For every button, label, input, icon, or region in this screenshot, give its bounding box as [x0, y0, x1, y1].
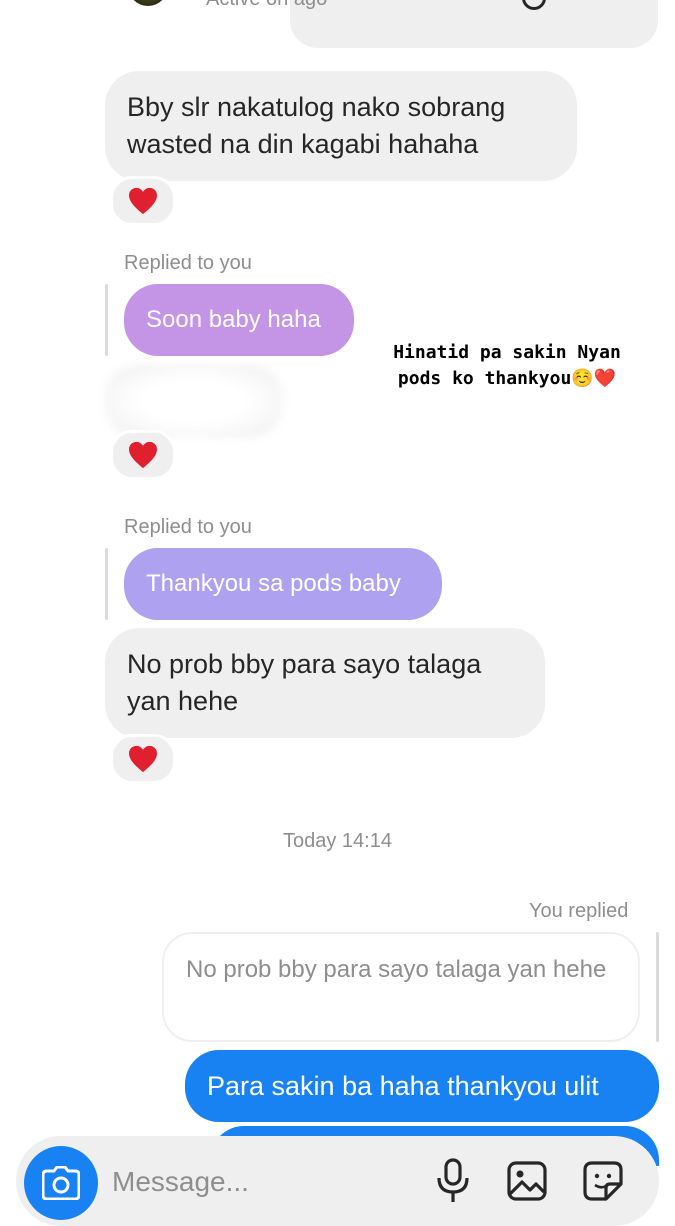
message-text: Para sakin ba haha thankyou ulit — [207, 1071, 599, 1101]
sticker-button[interactable] — [582, 1158, 624, 1204]
message-input[interactable]: Message... — [112, 1166, 249, 1198]
outgoing-message[interactable]: Para sakin ba haha thankyou ulit — [185, 1050, 659, 1122]
replied-message-text: Thankyou sa pods baby — [146, 570, 401, 597]
reply-indicator — [105, 548, 108, 620]
overlay-caption: Hinatid pa sakin Nyan pods ko thankyou☺️… — [366, 340, 648, 392]
reaction-heart[interactable] — [110, 734, 176, 784]
quoted-message-text: No prob bby para sayo talaga yan hehe — [186, 956, 607, 983]
camera-button[interactable] — [24, 1146, 98, 1220]
you-replied-label: You replied — [529, 900, 629, 922]
avatar[interactable] — [128, 0, 168, 6]
microphone-icon — [437, 1158, 469, 1202]
replied-message[interactable]: Thankyou sa pods baby — [124, 548, 442, 620]
heart-icon — [129, 745, 157, 773]
heart-icon — [129, 187, 157, 215]
microphone-button[interactable] — [432, 1158, 474, 1204]
replied-message[interactable]: Soon baby haha — [124, 284, 354, 356]
replied-to-you-label: Replied to you — [124, 252, 252, 274]
heart-icon — [129, 441, 157, 469]
message-text: Bby slr nakatulog nako sobrang wasted na… — [127, 92, 506, 159]
gallery-button[interactable] — [506, 1158, 548, 1204]
incoming-message[interactable]: No prob bby para sayo talaga yan hehe — [105, 628, 545, 738]
timestamp: Today 14:14 — [283, 830, 392, 852]
caption-line-2: pods ko thankyou☺️❤️ — [397, 368, 617, 389]
replied-message-text: Soon baby haha — [146, 306, 321, 333]
incoming-message[interactable]: Bby slr nakatulog nako sobrang wasted na… — [105, 71, 577, 181]
replied-to-you-label: Replied to you — [124, 516, 252, 538]
message-text: No prob bby para sayo talaga yan hehe — [127, 649, 482, 716]
active-status: Active on ago — [206, 0, 327, 11]
redacted-message — [104, 364, 284, 438]
reply-indicator — [105, 284, 108, 356]
reaction-heart[interactable] — [110, 176, 176, 226]
camera-icon — [42, 1166, 80, 1200]
quoted-message[interactable]: No prob bby para sayo talaga yan hehe — [162, 932, 640, 1042]
previous-message-bubble[interactable] — [290, 0, 658, 48]
reply-indicator — [656, 932, 659, 1042]
image-icon — [507, 1161, 547, 1201]
reaction-heart[interactable] — [110, 430, 176, 480]
sticker-icon — [583, 1161, 623, 1201]
caption-line-1: Hinatid pa sakin Nyan — [393, 342, 621, 363]
